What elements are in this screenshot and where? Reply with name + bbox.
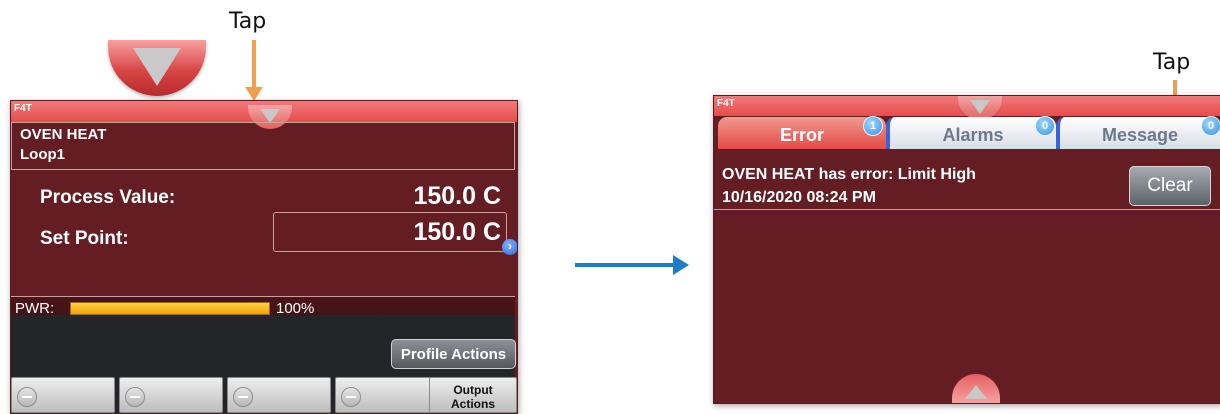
error-screen: F4T Error 1 Alarms 0 Message 0 OVEN HEAT… (713, 95, 1220, 404)
flow-arrow-icon (575, 255, 689, 275)
output-actions-label-line2: Actions (450, 397, 495, 411)
output-actions-label-line1: Output (453, 383, 493, 397)
output-actions-button[interactable]: Output Actions (429, 377, 517, 413)
clear-button[interactable]: Clear (1129, 166, 1211, 206)
loop-header[interactable]: OVEN HEAT Loop1 (11, 122, 515, 170)
minus-circle-icon (17, 387, 37, 407)
minus-circle-icon (233, 387, 253, 407)
loop-subtitle: Loop1 (20, 146, 65, 163)
tab-error-badge: 1 (863, 116, 883, 136)
pulldown-tab-enlarged-icon (108, 40, 206, 96)
error-message: OVEN HEAT has error: Limit High (722, 166, 976, 183)
softkey-2[interactable] (119, 377, 223, 413)
tab-message-badge: 0 (1201, 116, 1220, 136)
tab-alarms-label: Alarms (942, 125, 1004, 145)
minus-circle-icon (125, 387, 145, 407)
brand-label: F4T (14, 103, 32, 114)
tap-arrow-left (245, 40, 263, 101)
process-value-label: Process Value: (40, 187, 176, 208)
home-screen: F4T OVEN HEAT Loop1 Process Value: 150.0… (10, 100, 518, 414)
pullup-tab-button[interactable] (952, 374, 1000, 403)
brand-label: F4T (717, 98, 735, 109)
tap-annotation-right: Tap (1153, 50, 1191, 75)
tab-error[interactable]: Error (718, 117, 886, 149)
tab-message-label: Message (1101, 125, 1179, 145)
softkey-3[interactable] (227, 377, 331, 413)
set-point-label: Set Point: (40, 228, 129, 249)
error-timestamp: 10/16/2020 08:24 PM (722, 189, 876, 206)
tab-message[interactable]: Message (1056, 117, 1220, 149)
power-bar-fill (70, 302, 270, 315)
softkey-4[interactable] (335, 377, 439, 413)
process-value: 150.0 C (413, 182, 501, 210)
tab-error-label: Error (779, 125, 824, 145)
power-bar (70, 302, 270, 315)
profile-actions-button[interactable]: Profile Actions (391, 339, 516, 369)
loop-title: OVEN HEAT (20, 126, 107, 143)
softkey-1[interactable] (11, 377, 115, 413)
error-row-divider (714, 209, 1220, 210)
tab-alarms-badge: 0 (1035, 116, 1055, 136)
set-point-value: 150.0 C (413, 218, 501, 246)
minus-circle-icon (341, 387, 361, 407)
tap-annotation-left: Tap (229, 9, 267, 34)
tab-alarms[interactable]: Alarms (886, 117, 1056, 149)
chevron-right-icon[interactable]: › (502, 239, 517, 255)
